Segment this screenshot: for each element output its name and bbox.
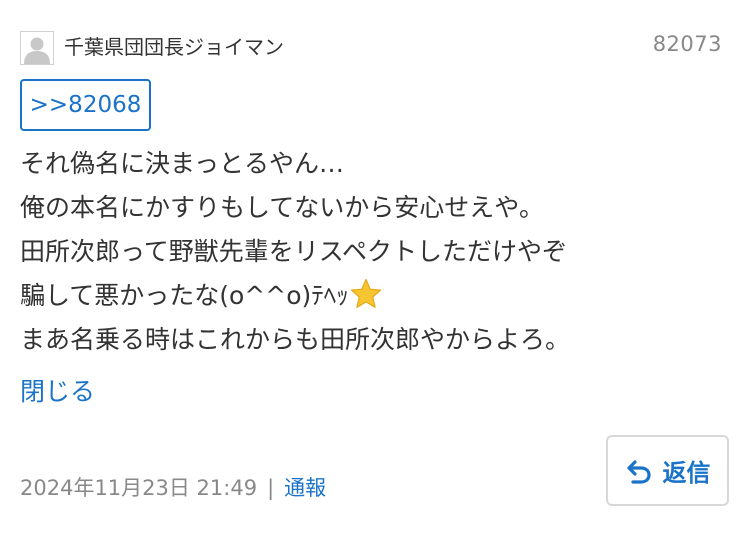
comment-line: まあ名乗る時はこれからも田所次郎やからよろ。 bbox=[20, 325, 571, 354]
close-link[interactable]: 閉じる bbox=[20, 374, 95, 410]
timestamp: 2024年11月23日 21:49 bbox=[20, 476, 258, 500]
reply-button-label: 返信 bbox=[662, 459, 711, 487]
comment-body: それ偽名に決まっとるやん… 俺の本名にかすりもしてないから安心せえや。 田所次郎… bbox=[20, 142, 720, 362]
comment-footer: 2024年11月23日 21:49 | 通報 bbox=[20, 472, 326, 504]
comment-line-with-emoji: 騙して悪かったな(o^^o)ﾃﾍｯ bbox=[20, 274, 720, 318]
comment-card: 千葉県団団長ジョイマン 82073 >>82068 それ偽名に決まっとるやん… … bbox=[0, 0, 750, 537]
username[interactable]: 千葉県団団長ジョイマン bbox=[64, 33, 284, 61]
report-link[interactable]: 通報 bbox=[284, 476, 326, 500]
comment-line: 田所次郎って野獣先輩をリスペクトしただけやぞ bbox=[20, 237, 568, 266]
comment-line: 騙して悪かったな(o^^o)ﾃﾍｯ bbox=[20, 281, 349, 310]
default-avatar-icon bbox=[20, 31, 54, 65]
comment-line: それ偽名に決まっとるやん… bbox=[20, 149, 345, 178]
reply-button[interactable]: 返信 bbox=[606, 435, 729, 506]
comment-line: 俺の本名にかすりもしてないから安心せえや。 bbox=[20, 193, 545, 222]
star-emoji-icon bbox=[350, 278, 381, 308]
footer-separator: | bbox=[267, 476, 275, 500]
comment-number: 82073 bbox=[652, 32, 722, 56]
reply-anchor-link[interactable]: >>82068 bbox=[20, 79, 151, 131]
reply-arrow-icon bbox=[626, 459, 651, 484]
